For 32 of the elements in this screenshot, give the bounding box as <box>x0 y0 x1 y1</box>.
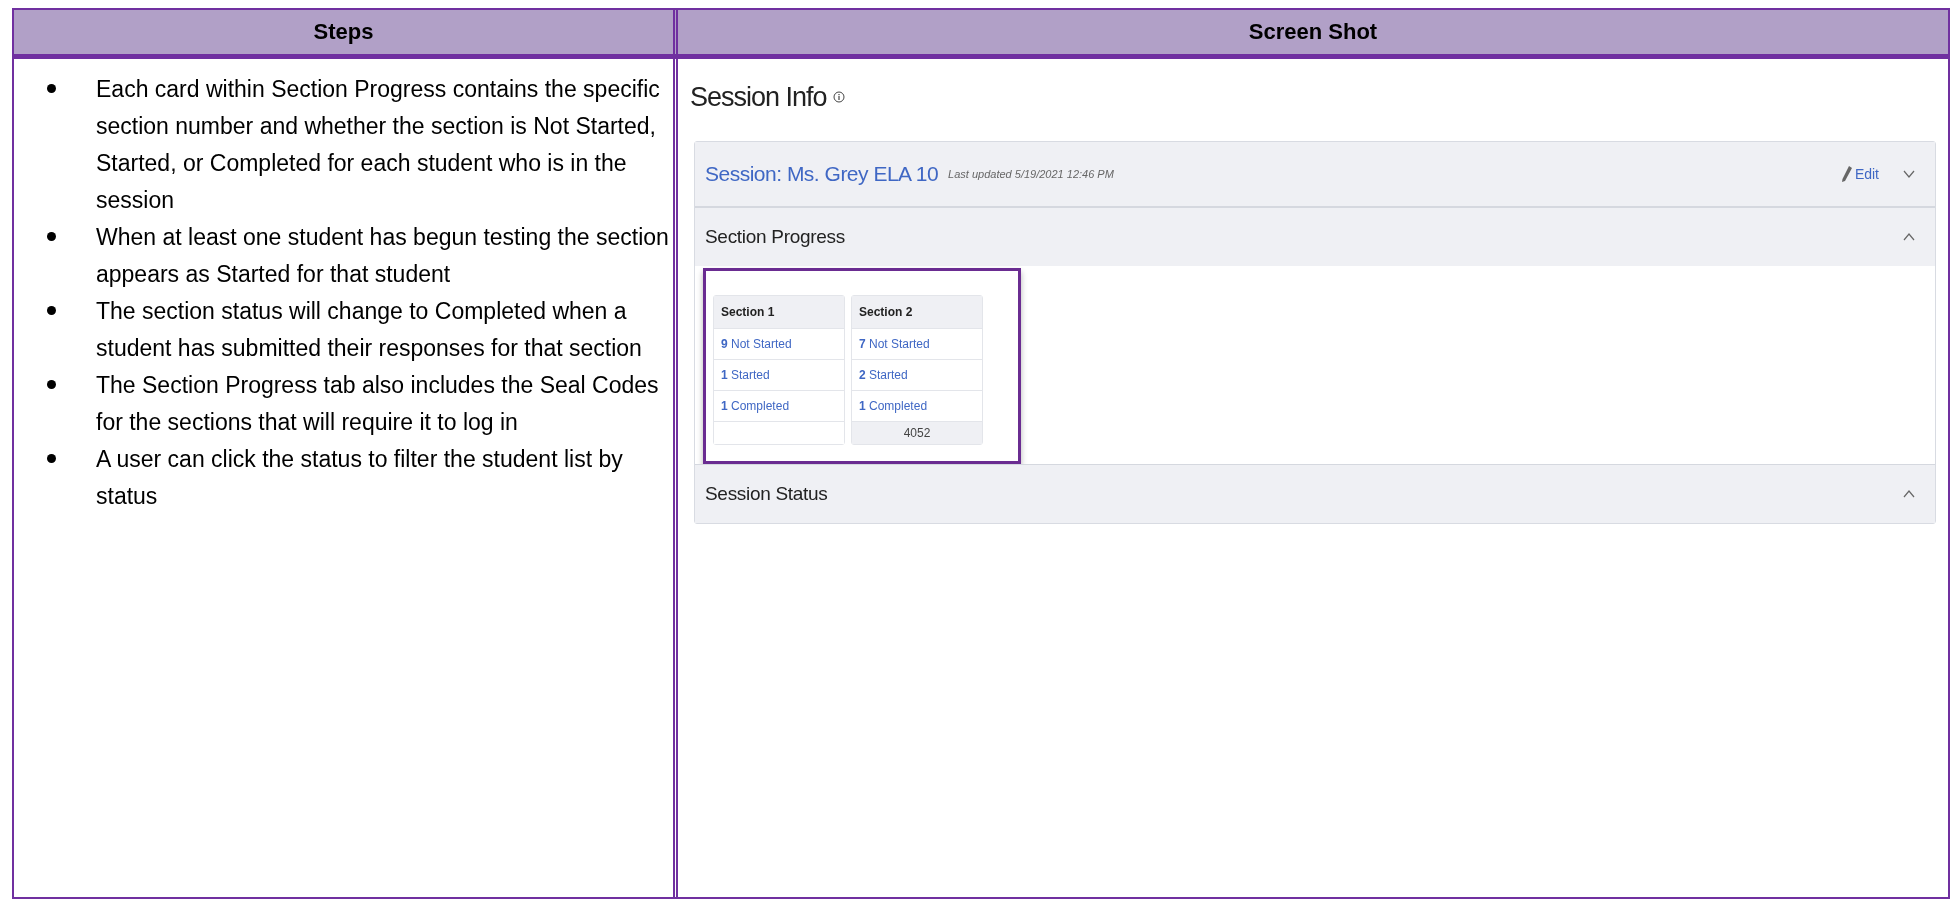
status-link[interactable]: 9 Not Started <box>714 328 844 359</box>
step-text: The Section Progress tab also includes the Seal Codes for the sections that will require it to log in <box>96 371 660 437</box>
status-link[interactable]: 1 Started <box>714 359 844 390</box>
column-header: Steps <box>14 10 678 54</box>
status-link[interactable]: 2 Started <box>852 359 982 390</box>
step-text: The section status will change to Completed when a student has submitted their responses for that section <box>96 297 643 363</box>
column-header: Screen Shot <box>1247 18 1379 46</box>
pencil-icon <box>1841 166 1852 182</box>
bullet-icon <box>47 232 56 241</box>
chevron-up-icon[interactable] <box>1903 233 1915 241</box>
panel-header[interactable]: Section Progress <box>695 207 1935 266</box>
edit-link[interactable]: Edit <box>1841 166 1879 182</box>
chevron-down-icon[interactable] <box>1903 170 1915 178</box>
page-title: Session Info <box>690 81 827 113</box>
step-text: A user can click the status to filter the student list by status <box>96 445 624 511</box>
bullet-icon <box>47 84 56 93</box>
info-icon[interactable] <box>832 91 845 103</box>
bullet-icon <box>47 306 56 315</box>
chevron-up-icon[interactable] <box>1903 490 1915 498</box>
last-updated-text: Last updated 5/19/2021 12:46 PM <box>948 168 1114 180</box>
step-text: Each card within Section Progress contains the specific section number and whether the section is Not Started, Started, or Completed for each student who is in the session <box>96 75 661 215</box>
step-text: When at least one student has begun testing the section appears as Started for that student <box>96 223 669 289</box>
seal-code: 4052 <box>852 421 982 444</box>
panel-header[interactable]: Session Status <box>695 464 1935 523</box>
section-title: Section 1 <box>714 296 844 328</box>
bullet-icon <box>47 454 56 463</box>
session-name: Session: Ms. Grey ELA 10 <box>705 162 939 186</box>
panel-title: Session Status <box>705 483 828 505</box>
panel-title: Section Progress <box>705 226 845 248</box>
status-link[interactable]: 7 Not Started <box>852 328 982 359</box>
section-title: Section 2 <box>852 296 982 328</box>
bullet-icon <box>47 380 56 389</box>
